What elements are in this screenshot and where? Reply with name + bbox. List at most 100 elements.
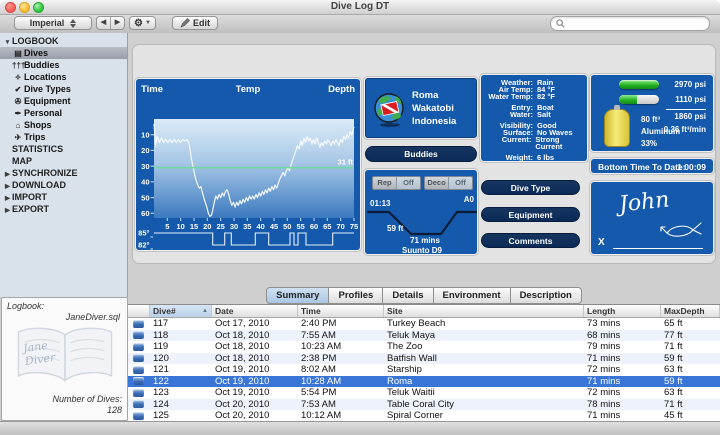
column-header-dive[interactable]: Dive#▲ (150, 305, 212, 317)
dive-row-icon-cell (128, 364, 150, 376)
table-row-dive-117[interactable]: 117Oct 17, 20102:40 PMTurkey Beach73 min… (128, 318, 720, 330)
units-popup-value: Imperial (30, 18, 65, 28)
svg-text:20: 20 (141, 146, 149, 155)
table-row-dive-124[interactable]: 124Oct 20, 20107:53 AMTable Coral City78… (128, 399, 720, 411)
sidebar-item-dives[interactable]: ▤Dives (0, 47, 127, 59)
sidebar-group-export[interactable]: ▶EXPORT (0, 203, 127, 215)
dive-type-button[interactable]: Dive Type (481, 180, 580, 195)
column-header-icon[interactable] (128, 305, 150, 317)
dive-row-icon-cell (128, 341, 150, 353)
table-row-dive-118[interactable]: 118Oct 18, 20107:55 AMTeluk Maya68 mins7… (128, 330, 720, 342)
disclosure-closed-icon: ▶ (3, 205, 12, 217)
sidebar-group-map[interactable]: MAP (0, 155, 127, 167)
forward-button[interactable]: ▶ (111, 17, 124, 29)
dive-log-icon (133, 331, 144, 339)
signature-panel: John X (589, 180, 715, 256)
cell-site: Teluk Waitii (384, 387, 584, 399)
cell-time: 5:54 PM (298, 387, 384, 399)
cell-length: 79 mins (584, 341, 661, 353)
sidebar-item-shops[interactable]: ⌂Shops (0, 119, 127, 131)
svg-text:70: 70 (337, 222, 345, 231)
cell-site: The Zoo (384, 341, 584, 353)
tab-environment[interactable]: Environment (434, 287, 511, 304)
svg-text:50: 50 (141, 193, 149, 202)
dive-row-icon-cell (128, 318, 150, 330)
column-header-maxdepth[interactable]: MaxDepth (661, 305, 720, 317)
mini-profile-panel: Rep Off Deco Off 01:13 A0 59 ft 71 mins … (363, 168, 479, 256)
buddies-button[interactable]: Buddies (365, 146, 477, 162)
sidebar-group-download[interactable]: ▶DOWNLOAD (0, 179, 127, 191)
comments-button[interactable]: Comments (481, 233, 580, 248)
back-button[interactable]: ◀ (97, 17, 111, 29)
chart-depth-header: Depth (328, 84, 355, 95)
end-pressure-value: 1110 psi (675, 95, 706, 104)
sidebar-group-label: IMPORT (12, 192, 47, 202)
location-panel: Roma Wakatobi Indonesia (363, 76, 479, 140)
sidebar-item-dive-types[interactable]: ✔Dive Types (0, 83, 127, 95)
dive-count-label: Number of Dives: (52, 394, 122, 404)
nav-segmented-control: ◀ ▶ (96, 16, 125, 30)
sidebar-item-label: Locations (24, 72, 67, 82)
sidebar-group-import[interactable]: ▶IMPORT (0, 191, 127, 203)
tab-summary[interactable]: Summary (266, 287, 329, 304)
signature-x-label: X (598, 237, 605, 248)
search-input[interactable] (568, 18, 702, 30)
start-pressure-value: 2970 psi (674, 80, 706, 89)
column-header-length[interactable]: Length (584, 305, 661, 317)
cell-site: Starship (384, 364, 584, 376)
site-name: Roma (412, 89, 456, 102)
cell-site: Teluk Maya (384, 330, 584, 342)
cell-date: Oct 19, 2010 (212, 376, 298, 388)
svg-text:85°: 85° (138, 229, 149, 238)
logbook-watermark-name: Jane Diver (22, 338, 56, 368)
dive-computer-name: Suunto D9 (402, 246, 443, 254)
dive-log-icon (133, 343, 144, 351)
column-header-site[interactable]: Site (384, 305, 584, 317)
sidebar-group-label: EXPORT (12, 204, 49, 214)
sidebar-item-trips[interactable]: ✈Trips (0, 131, 127, 143)
table-row-dive-120[interactable]: 120Oct 18, 20102:38 PMBatfish Wall71 min… (128, 353, 720, 365)
edit-button[interactable]: Edit (172, 16, 218, 30)
cell-maxdepth: 63 ft (661, 387, 720, 399)
tab-details[interactable]: Details (383, 287, 433, 304)
dive-count-value: 128 (107, 405, 122, 415)
sidebar-group-label: STATISTICS (12, 144, 63, 154)
tank-material-value: Aluminum (641, 127, 680, 136)
sidebar-item-label: Trips (24, 132, 46, 142)
weather-row-surface: Surface:No Waves (481, 129, 587, 136)
units-popup-button[interactable]: Imperial (14, 16, 92, 30)
column-header-date[interactable]: Date (212, 305, 298, 317)
chevron-down-icon: ▼ (145, 20, 151, 26)
column-header-time[interactable]: Time (298, 305, 384, 317)
sidebar-item-locations[interactable]: ✧Locations (0, 71, 127, 83)
sidebar-item-equipment[interactable]: ✇Equipment (0, 95, 127, 107)
sidebar-group-statistics[interactable]: STATISTICS (0, 143, 127, 155)
sidebar-group-logbook[interactable]: ▼LOGBOOK (0, 35, 127, 47)
search-field[interactable] (550, 16, 710, 31)
equipment-button[interactable]: Equipment (481, 207, 580, 222)
sidebar-item-label: Equipment (24, 96, 71, 106)
table-row-dive-125[interactable]: 125Oct 20, 201010:12 AMSpiral Corner71 m… (128, 410, 720, 422)
tab-description[interactable]: Description (511, 287, 582, 304)
action-gear-button[interactable]: ⚙ ▼ (129, 16, 156, 30)
cell-dive: 122 (150, 376, 212, 388)
weather-row-water: Water:Salt (481, 111, 587, 118)
table-row-dive-121[interactable]: 121Oct 19, 20108:02 AMStarship72 mins63 … (128, 364, 720, 376)
chart-temp-header: Temp (236, 84, 261, 95)
weather-rows: Weather:RainAir Temp:84 °FWater Temp:82 … (481, 75, 587, 161)
logbook-info-box: Logbook: JaneDiver.sql Jane Diver Number… (1, 297, 128, 421)
sidebar-item-buddies[interactable]: †††Buddies (0, 59, 127, 71)
weather-panel: Weather:RainAir Temp:84 °FWater Temp:82 … (479, 73, 589, 163)
sidebar-group-synchronize[interactable]: ▶SYNCHRONIZE (0, 167, 127, 179)
table-row-dive-119[interactable]: 119Oct 18, 201010:23 AMThe Zoo79 mins71 … (128, 341, 720, 353)
sidebar-item-personal[interactable]: ✒Personal (0, 107, 127, 119)
dive-log-icon (133, 354, 144, 362)
weather-field-label: Current: (481, 136, 531, 150)
tab-bar: SummaryProfilesDetailsEnvironmentDescrip… (128, 287, 720, 304)
pencil-icon (180, 18, 190, 28)
sidebar-group-label: DOWNLOAD (12, 180, 66, 190)
tab-profiles[interactable]: Profiles (329, 287, 383, 304)
table-row-dive-123[interactable]: 123Oct 19, 20105:54 PMTeluk Waitii72 min… (128, 387, 720, 399)
weather-field-label: Water: (481, 111, 533, 118)
table-row-dive-122[interactable]: 122Oct 19, 201010:28 AMRoma71 mins59 ft (128, 376, 720, 388)
